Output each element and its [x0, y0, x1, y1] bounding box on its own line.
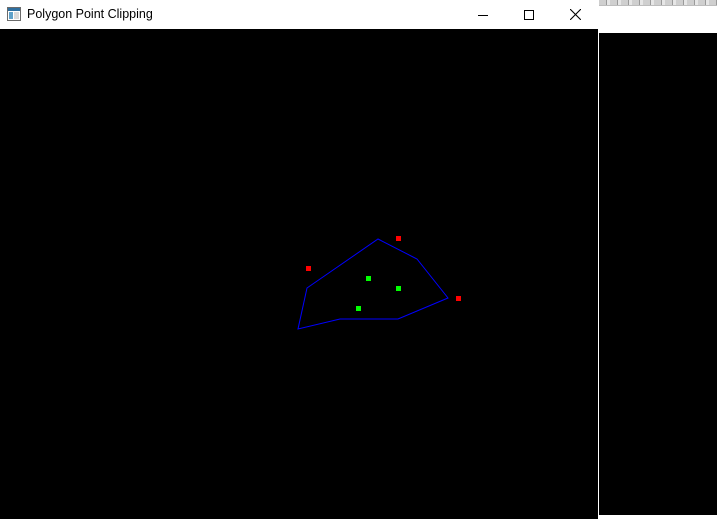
inside-point: [396, 286, 401, 291]
outside-point: [396, 236, 401, 241]
canvas-svg: [297, 236, 461, 330]
background-window-toolbar: [599, 0, 717, 6]
outside-point: [456, 296, 461, 301]
inside-point: [366, 276, 371, 281]
maximize-icon: [524, 9, 534, 20]
app-window-icon[interactable]: [7, 7, 21, 21]
close-icon: [569, 9, 581, 20]
background-window[interactable]: [599, 0, 717, 519]
points-layer: [306, 236, 461, 311]
inside-point: [356, 306, 361, 311]
outside-point: [306, 266, 311, 271]
minimize-icon: [478, 10, 488, 20]
desktop: Polygon Point Clipping: [0, 0, 717, 519]
background-window-titlebar[interactable]: [599, 0, 717, 33]
window-title: Polygon Point Clipping: [27, 7, 153, 21]
title-bar[interactable]: Polygon Point Clipping: [0, 0, 598, 29]
background-window-edge: [599, 515, 717, 519]
drawing-canvas[interactable]: [0, 29, 598, 519]
close-button[interactable]: [552, 0, 598, 29]
app-window[interactable]: Polygon Point Clipping: [0, 0, 598, 519]
clipping-polygon: [297, 238, 449, 330]
minimize-button[interactable]: [460, 0, 506, 29]
maximize-button[interactable]: [506, 0, 552, 29]
